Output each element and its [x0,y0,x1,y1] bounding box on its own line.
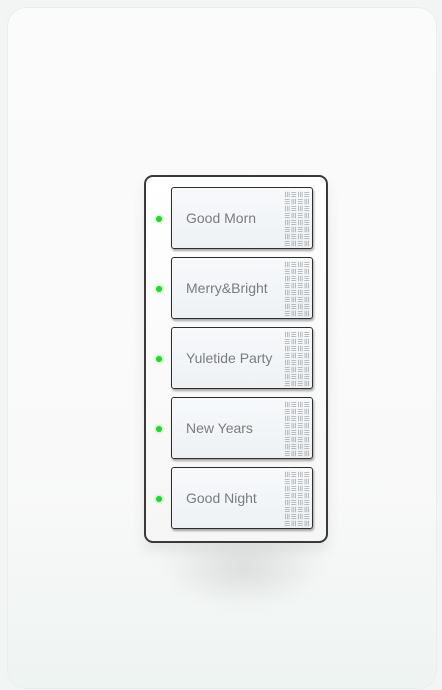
scene-button-label: Good Morn [186,210,257,226]
scene-button-yuletide-party[interactable]: Yuletide Party [171,327,313,389]
scene-button-label: Yuletide Party [186,350,273,366]
status-led-indicator [156,216,162,222]
scene-button-new-years[interactable]: New Years [171,397,313,459]
keypad-row: New Years [146,387,326,459]
scene-keypad: Good Morn Merry&Bright Yuletide Party Ne… [144,175,328,543]
engraved-pattern-icon [284,331,310,387]
engraved-pattern-icon [284,191,310,247]
scene-button-label: New Years [186,420,253,436]
scene-button-label: Merry&Bright [186,280,268,296]
keypad-row: Good Night [146,457,326,529]
engraved-pattern-icon [284,401,310,457]
keypad-row: Merry&Bright [146,247,326,319]
keypad-row: Good Morn [146,177,326,249]
keypad-row: Yuletide Party [146,317,326,389]
status-led-indicator [156,496,162,502]
scene-button-good-night[interactable]: Good Night [171,467,313,529]
scene-button-merry-bright[interactable]: Merry&Bright [171,257,313,319]
scene-button-label: Good Night [186,490,257,506]
engraved-pattern-icon [284,261,310,317]
status-led-indicator [156,286,162,292]
status-led-indicator [156,356,162,362]
scene-button-good-morn[interactable]: Good Morn [171,187,313,249]
engraved-pattern-icon [284,471,310,527]
background-card: Good Morn Merry&Bright Yuletide Party Ne… [8,8,436,688]
status-led-indicator [156,426,162,432]
